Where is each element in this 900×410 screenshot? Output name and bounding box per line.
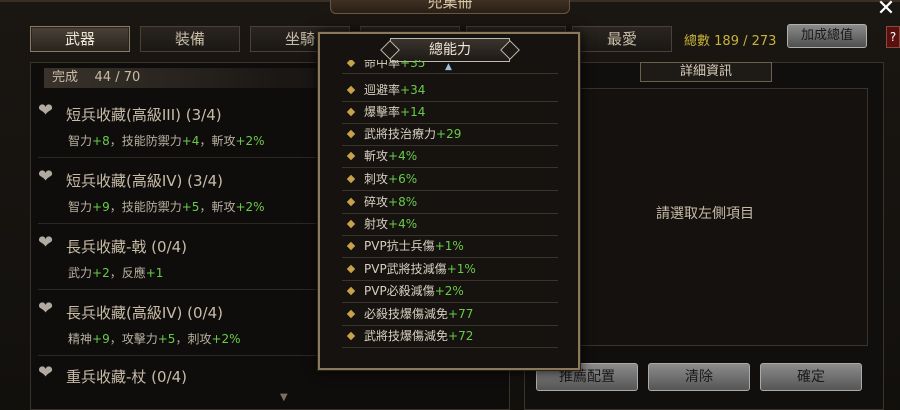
stat-row: 碎攻+8% <box>342 192 558 214</box>
item-name: 重兵收藏-杖 (0/4) <box>66 368 188 386</box>
stat-row: 武將技爆傷減免+72 <box>342 326 558 348</box>
completion-bar: 完成 44 / 70 <box>44 68 344 88</box>
heart-icon[interactable]: ❤ <box>38 102 58 120</box>
item-desc: 精神+9，攻擊力+5，刺攻+2% <box>68 332 241 346</box>
popup-title: 總能力 <box>390 38 510 62</box>
item-desc: 武力+2，反應+1 <box>68 266 164 280</box>
stat-row: 爆擊率+14 <box>342 102 558 124</box>
stat-row: 必殺技爆傷減免+77 <box>342 304 558 326</box>
stat-row: 武將技治療力+29 <box>342 124 558 146</box>
item-name: 長兵收藏-戟 (0/4) <box>66 238 188 256</box>
item-name: 短兵收藏(高級III) (3/4) <box>66 106 222 124</box>
item-desc: 智力+8，技能防禦力+4，斬攻+2% <box>68 134 265 148</box>
stat-row: 迴避率+34 <box>342 80 558 102</box>
heart-icon[interactable]: ❤ <box>38 234 58 252</box>
tab-favorites[interactable]: 最愛 <box>572 26 672 52</box>
help-icon[interactable]: ? <box>886 26 900 48</box>
tab-equipment[interactable]: 裝備 <box>140 26 240 52</box>
stat-row: 命中率+35 <box>342 60 558 74</box>
completion-label: 完成 <box>52 70 79 85</box>
item-desc: 智力+9，技能防禦力+5，斬攻+2% <box>68 200 265 214</box>
heart-icon[interactable]: ❤ <box>38 364 58 382</box>
stat-row: PVP武將技減傷+1% <box>342 259 558 281</box>
total-bonus-button[interactable]: 加成總值 <box>787 24 867 48</box>
confirm-button[interactable]: 確定 <box>760 363 862 391</box>
tab-weapons[interactable]: 武器 <box>30 26 130 52</box>
stat-row: 刺攻+6% <box>342 169 558 191</box>
item-name: 短兵收藏(高級IV) (3/4) <box>66 172 224 190</box>
stat-row: 斬攻+4% <box>342 146 558 168</box>
clear-button[interactable]: 清除 <box>648 363 750 391</box>
total-value: 189 / 273 <box>714 34 777 49</box>
completion-value: 44 / 70 <box>94 70 141 85</box>
select-hint: 請選取左側項目 <box>656 206 754 222</box>
heart-icon[interactable]: ❤ <box>38 168 58 186</box>
stat-row: PVP抗士兵傷+1% <box>342 236 558 258</box>
item-name: 長兵收藏(高級IV) (0/4) <box>66 304 224 322</box>
scroll-down-icon[interactable]: ▼ <box>280 392 288 403</box>
total-count: 總數 189 / 273 <box>684 30 776 49</box>
total-label: 總數 <box>684 34 711 49</box>
close-icon[interactable]: ✕ <box>874 0 898 20</box>
stat-row: PVP必殺減傷+2% <box>342 281 558 303</box>
heart-icon[interactable]: ❤ <box>38 300 58 318</box>
detail-header: 詳細資訊 <box>640 62 772 82</box>
window-title: 兜集冊 <box>330 0 570 14</box>
stat-row: 射攻+4% <box>342 214 558 236</box>
